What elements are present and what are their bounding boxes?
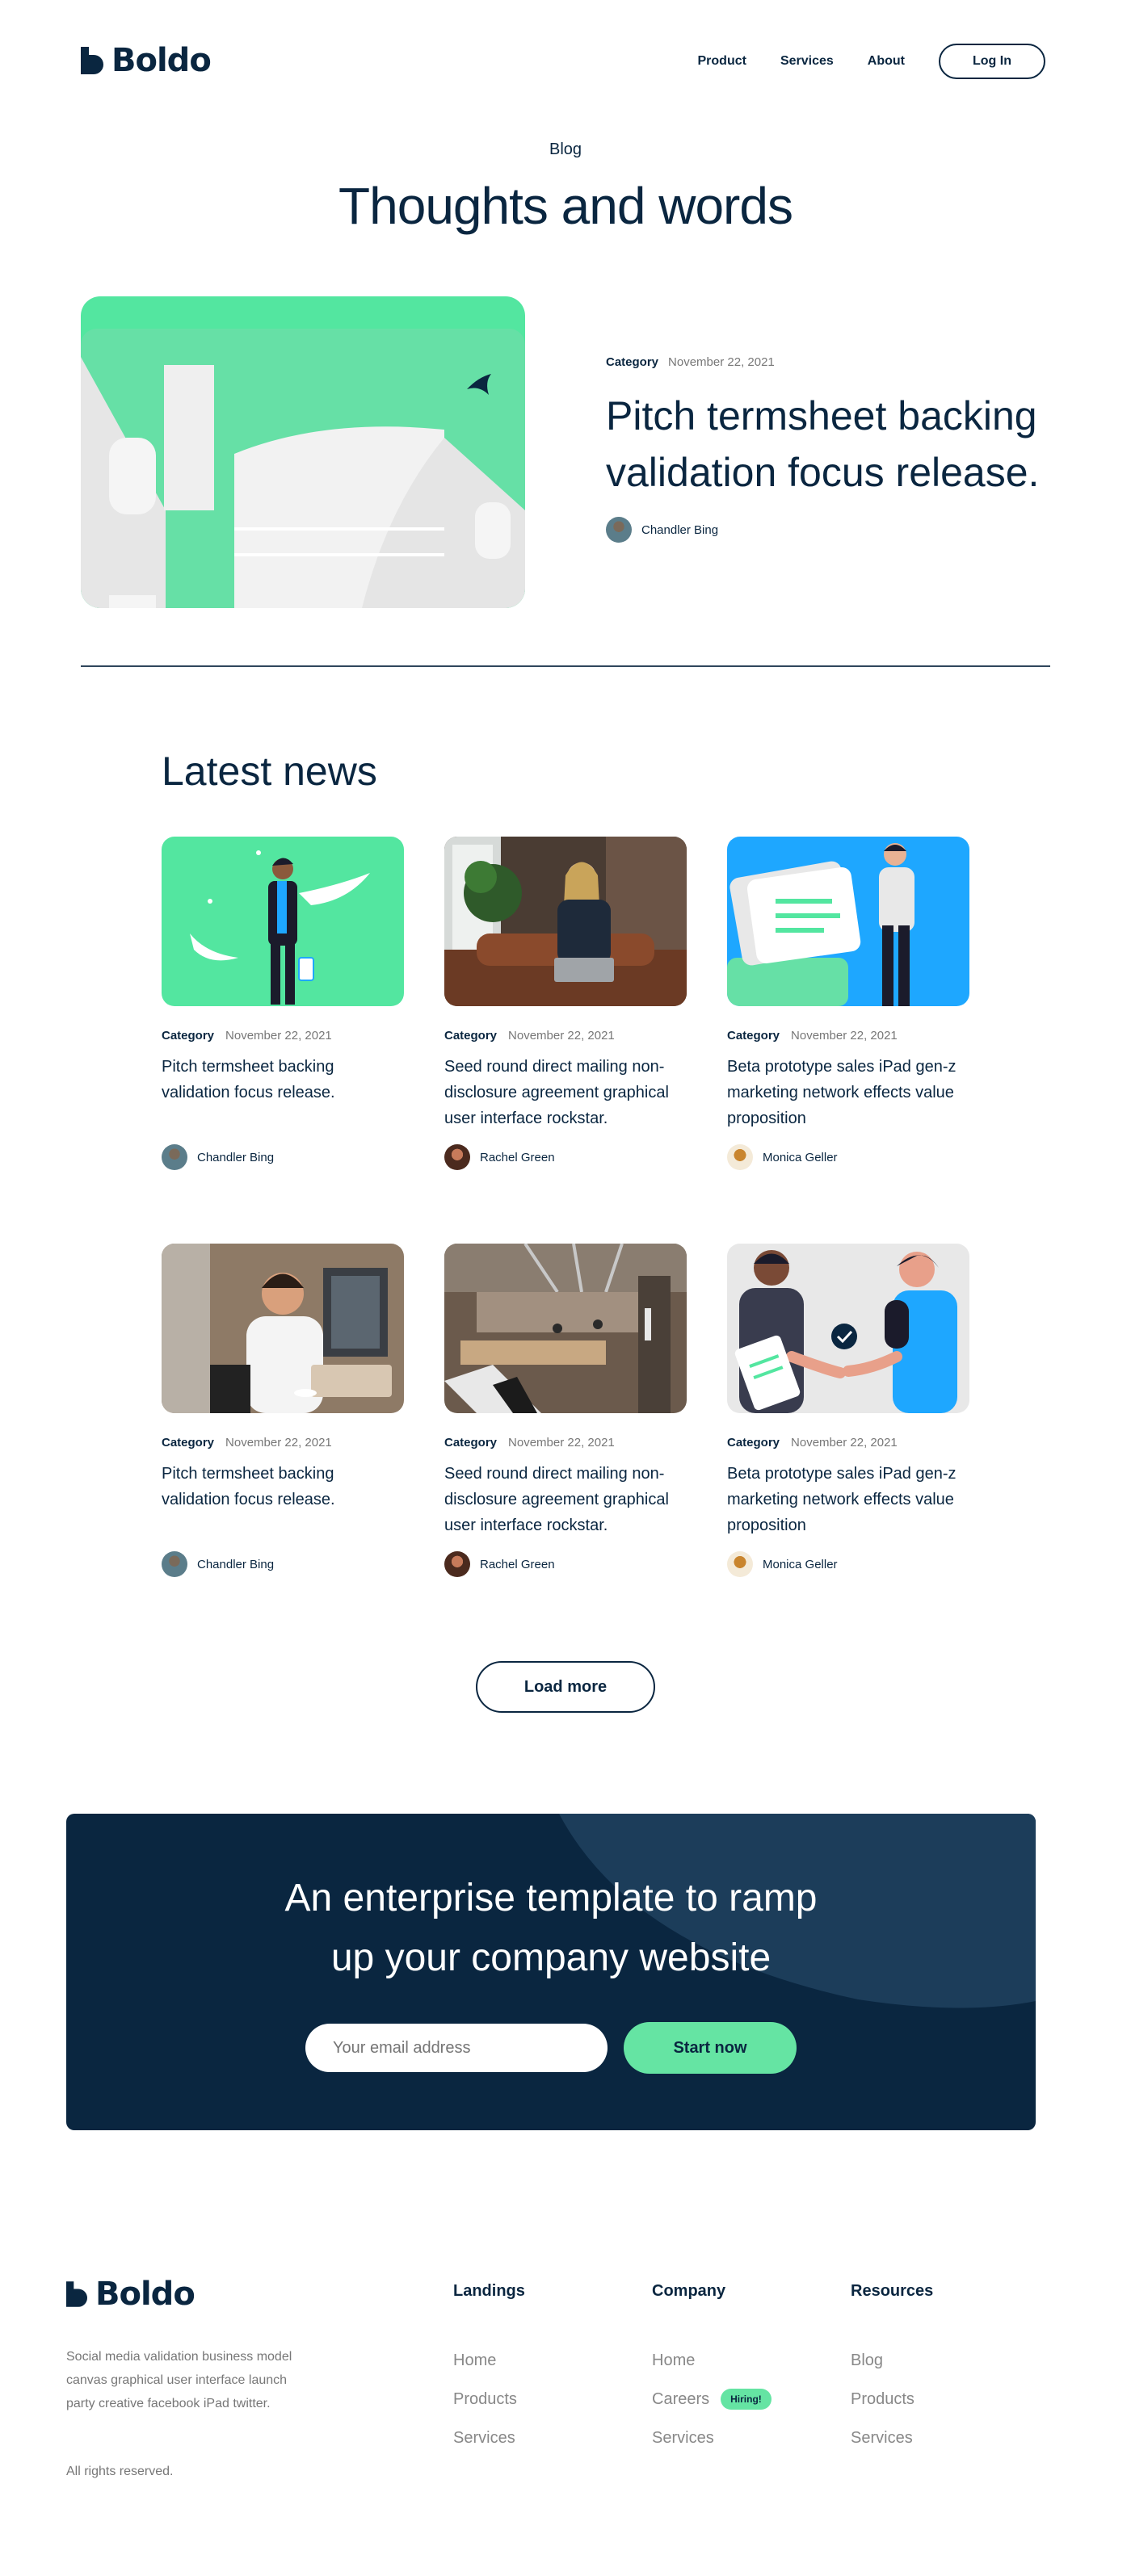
- footer-link-services[interactable]: Services: [453, 2412, 525, 2464]
- news-card-image: [162, 837, 404, 1006]
- news-card-title[interactable]: Pitch termsheet backing validation focus…: [162, 1461, 404, 1545]
- category-label[interactable]: Category: [444, 1029, 497, 1043]
- news-card[interactable]: Category November 22, 2021 Seed round di…: [444, 837, 687, 1170]
- documents-illustration-icon: [727, 837, 969, 1006]
- news-card-author: Rachel Green: [444, 1144, 687, 1170]
- house-illustration-icon: [81, 296, 525, 608]
- author-name: Chandler Bing: [197, 1557, 275, 1571]
- hiring-badge: Hiring!: [721, 2389, 772, 2410]
- avatar: [162, 1551, 187, 1577]
- footer-column-resources: Resources Blog Products Services: [851, 2282, 933, 2464]
- news-card-author: Chandler Bing: [162, 1144, 404, 1170]
- post-date: November 22, 2021: [791, 1029, 898, 1043]
- footer-column-heading: Resources: [851, 2282, 934, 2300]
- post-date: November 22, 2021: [668, 355, 775, 369]
- brand-name: Boldo: [95, 2276, 196, 2313]
- news-card-image: [444, 1244, 687, 1413]
- author-name: Rachel Green: [480, 1557, 555, 1571]
- news-card-author: Monica Geller: [727, 1144, 969, 1170]
- news-card[interactable]: Category November 22, 2021 Seed round di…: [444, 1244, 687, 1577]
- nav-about[interactable]: About: [868, 54, 905, 69]
- footer-column-heading: Company: [652, 2282, 726, 2300]
- news-card-author: Chandler Bing: [162, 1551, 404, 1577]
- author-name: Monica Geller: [763, 1150, 838, 1164]
- featured-post-title[interactable]: Pitch termsheet backing validation focus…: [606, 388, 1058, 501]
- man-with-scarf-illustration-icon: [162, 837, 404, 1006]
- author-name: Rachel Green: [480, 1150, 555, 1164]
- category-label[interactable]: Category: [444, 1436, 497, 1450]
- page-title: Thoughts and words: [338, 177, 793, 235]
- office-interior-photo-icon: [444, 1244, 687, 1413]
- news-card[interactable]: Category November 22, 2021 Beta prototyp…: [727, 1244, 969, 1577]
- logo-mark-icon: [81, 47, 103, 74]
- news-card[interactable]: Category November 22, 2021 Pitch termshe…: [162, 1244, 404, 1577]
- news-card-title[interactable]: Seed round direct mailing non-disclosure…: [444, 1054, 687, 1138]
- section-divider: [81, 665, 1050, 667]
- footer-column-company: Company Home Careers Hiring! Services: [652, 2282, 772, 2464]
- category-label[interactable]: Category: [727, 1029, 780, 1043]
- post-date: November 22, 2021: [508, 1029, 615, 1043]
- woman-laptop-photo-icon: [444, 837, 687, 1006]
- logo-mark-icon: [66, 2281, 87, 2307]
- category-label[interactable]: Category: [162, 1436, 214, 1450]
- handshake-illustration-icon: [727, 1244, 969, 1413]
- category-label[interactable]: Category: [162, 1029, 214, 1043]
- news-card-title[interactable]: Pitch termsheet backing validation focus…: [162, 1054, 404, 1138]
- news-card-author: Monica Geller: [727, 1551, 969, 1577]
- news-card-image: [444, 837, 687, 1006]
- author-name: Monica Geller: [763, 1557, 838, 1571]
- news-card-image: [162, 1244, 404, 1413]
- post-date: November 22, 2021: [225, 1029, 332, 1043]
- main-nav: Product Services About Log In: [698, 44, 1045, 79]
- footer-column-heading: Landings: [453, 2282, 525, 2300]
- avatar: [444, 1144, 470, 1170]
- page-eyebrow: Blog: [549, 141, 582, 158]
- category-label[interactable]: Category: [727, 1436, 780, 1450]
- cta-banner: An enterprise template to ramp up your c…: [66, 1814, 1036, 2130]
- avatar: [727, 1144, 753, 1170]
- author-name: Chandler Bing: [197, 1150, 275, 1164]
- nav-product[interactable]: Product: [698, 54, 746, 69]
- latest-news-heading: Latest news: [162, 749, 377, 794]
- author-name: Chandler Bing: [641, 522, 719, 537]
- news-card-title[interactable]: Beta prototype sales iPad gen-z marketin…: [727, 1461, 969, 1545]
- brand-name: Boldo: [111, 42, 212, 79]
- footer-logo[interactable]: Boldo: [66, 2276, 196, 2313]
- nav-services[interactable]: Services: [780, 54, 834, 69]
- news-card-image: [727, 837, 969, 1006]
- post-date: November 22, 2021: [791, 1436, 898, 1450]
- start-now-button[interactable]: Start now: [624, 2022, 797, 2074]
- footer-column-landings: Landings Home Products Services: [453, 2282, 525, 2464]
- email-input[interactable]: [305, 2024, 608, 2072]
- brand-logo[interactable]: Boldo: [81, 42, 212, 79]
- featured-post-meta: Category November 22, 2021: [606, 355, 775, 369]
- category-label[interactable]: Category: [606, 355, 658, 369]
- news-card[interactable]: Category November 22, 2021 Pitch termshe…: [162, 837, 404, 1170]
- man-on-phone-photo-icon: [162, 1244, 404, 1413]
- news-card-title[interactable]: Seed round direct mailing non-disclosure…: [444, 1461, 687, 1545]
- post-date: November 22, 2021: [225, 1436, 332, 1450]
- featured-post-author: Chandler Bing: [606, 517, 718, 543]
- cta-title: An enterprise template to ramp up your c…: [284, 1877, 818, 1979]
- post-date: November 22, 2021: [508, 1436, 615, 1450]
- load-more-button[interactable]: Load more: [476, 1661, 655, 1713]
- footer-link-services[interactable]: Services: [851, 2412, 933, 2464]
- avatar: [727, 1551, 753, 1577]
- news-card[interactable]: Category November 22, 2021 Beta prototyp…: [727, 837, 969, 1170]
- site-header: Boldo Product Services About Log In: [0, 0, 1131, 129]
- footer-link-services[interactable]: Services: [652, 2412, 772, 2464]
- news-card-image: [727, 1244, 969, 1413]
- featured-post-image[interactable]: [81, 296, 525, 608]
- news-card-author: Rachel Green: [444, 1551, 687, 1577]
- login-button[interactable]: Log In: [939, 44, 1045, 79]
- avatar: [162, 1144, 187, 1170]
- footer-description: Social media validation business model c…: [66, 2350, 292, 2410]
- avatar: [444, 1551, 470, 1577]
- avatar: [606, 517, 632, 543]
- footer-rights: All rights reserved.: [66, 2465, 174, 2478]
- news-card-title[interactable]: Beta prototype sales iPad gen-z marketin…: [727, 1054, 969, 1138]
